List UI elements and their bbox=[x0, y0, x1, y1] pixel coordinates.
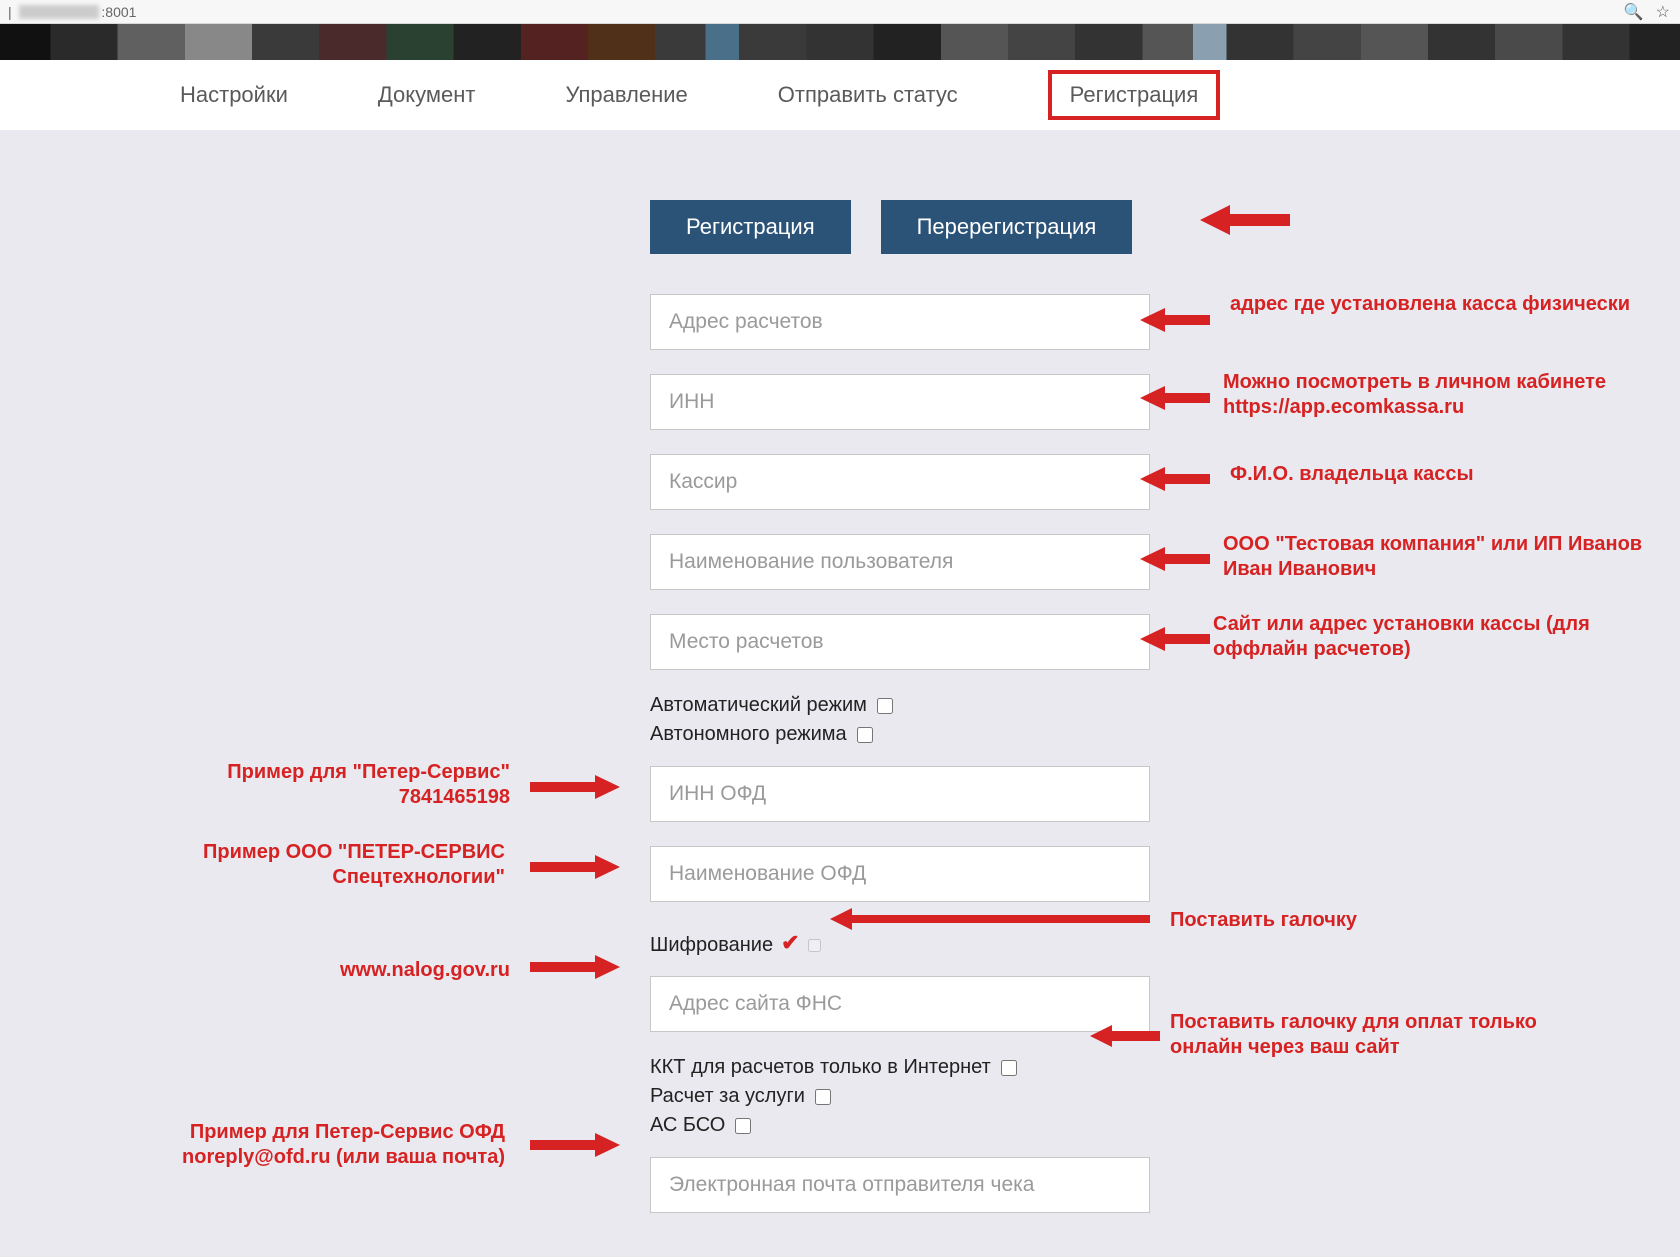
anno-username: ООО "Тестовая компания" или ИП Иванов Ив… bbox=[1223, 532, 1643, 582]
star-icon[interactable]: ☆ bbox=[1656, 2, 1670, 22]
encryption-label: Шифрование bbox=[650, 934, 773, 957]
fns-site-input[interactable] bbox=[650, 976, 1150, 1032]
arrow-encryption bbox=[830, 906, 1150, 937]
email-input[interactable] bbox=[650, 1157, 1150, 1213]
content-area: Регистрация Перерегистрация Автоматическ… bbox=[0, 130, 1680, 1257]
arrow-inn bbox=[1140, 383, 1210, 418]
address-input[interactable] bbox=[650, 294, 1150, 350]
anno-kkt: Поставить галочку для оплат только онлай… bbox=[1170, 1010, 1610, 1060]
reregister-button[interactable]: Перерегистрация bbox=[881, 200, 1133, 254]
arrow-reregister bbox=[1200, 200, 1290, 245]
arrow-fns bbox=[530, 952, 620, 982]
url-port: :8001 bbox=[101, 4, 136, 20]
main-nav: Настройки Документ Управление Отправить … bbox=[0, 60, 1680, 130]
encryption-checkbox[interactable] bbox=[808, 939, 821, 952]
ofd-inn-input[interactable] bbox=[650, 766, 1150, 822]
nav-send-status[interactable]: Отправить статус bbox=[778, 82, 958, 108]
nav-document[interactable]: Документ bbox=[378, 82, 476, 108]
arrow-username bbox=[1140, 544, 1210, 579]
nav-control[interactable]: Управление bbox=[565, 82, 687, 108]
browser-addressbar: | :8001 🔍 ☆ bbox=[0, 0, 1680, 24]
encryption-check-mark: ✔ bbox=[781, 930, 799, 956]
auto-mode-label: Автоматический режим bbox=[650, 694, 867, 717]
services-label: Расчет за услуги bbox=[650, 1085, 805, 1108]
anno-payplace: Сайт или адрес установки кассы (для оффл… bbox=[1213, 612, 1643, 662]
url-blurred-host bbox=[19, 5, 99, 19]
anno-inn: Можно посмотреть в личном кабинете https… bbox=[1223, 370, 1663, 420]
as-bso-checkbox[interactable] bbox=[735, 1118, 751, 1134]
autonomous-checkbox[interactable] bbox=[857, 727, 873, 743]
arrow-ofd-name bbox=[530, 852, 620, 882]
kkt-internet-label: ККТ для расчетов только в Интернет bbox=[650, 1056, 991, 1079]
zoom-icon[interactable]: 🔍 bbox=[1624, 2, 1644, 22]
anno-fns: www.nalog.gov.ru bbox=[280, 958, 510, 983]
anno-cashier: Ф.И.О. владельца кассы bbox=[1230, 462, 1474, 487]
arrow-email bbox=[530, 1130, 620, 1160]
auto-mode-checkbox[interactable] bbox=[877, 698, 893, 714]
registration-form: Автоматический режим Автономного режима … bbox=[650, 294, 1150, 1237]
arrow-payplace bbox=[1140, 624, 1210, 659]
kkt-internet-checkbox[interactable] bbox=[1001, 1060, 1017, 1076]
nav-settings[interactable]: Настройки bbox=[180, 82, 288, 108]
autonomous-label: Автономного режима bbox=[650, 723, 847, 746]
payplace-input[interactable] bbox=[650, 614, 1150, 670]
arrow-kkt bbox=[1090, 1023, 1160, 1054]
color-strip-decor bbox=[0, 24, 1680, 60]
arrow-ofd-inn bbox=[530, 772, 620, 802]
anno-ofd-inn: Пример для "Петер-Сервис" 7841465198 bbox=[130, 760, 510, 810]
services-checkbox[interactable] bbox=[815, 1089, 831, 1105]
arrow-address bbox=[1140, 305, 1210, 340]
anno-address: адрес где установлена касса физически bbox=[1230, 292, 1640, 317]
arrow-cashier bbox=[1140, 464, 1210, 499]
inn-input[interactable] bbox=[650, 374, 1150, 430]
as-bso-label: АС БСО bbox=[650, 1114, 725, 1137]
url-separator: | bbox=[8, 4, 19, 20]
register-button[interactable]: Регистрация bbox=[650, 200, 851, 254]
anno-ofd-name: Пример ООО "ПЕТЕР-СЕРВИС Спецтехнологии" bbox=[25, 840, 505, 890]
anno-email: Пример для Петер-Сервис ОФД noreply@ofd.… bbox=[75, 1120, 505, 1170]
nav-registration[interactable]: Регистрация bbox=[1048, 70, 1221, 120]
anno-encryption: Поставить галочку bbox=[1170, 908, 1357, 933]
cashier-input[interactable] bbox=[650, 454, 1150, 510]
ofd-name-input[interactable] bbox=[650, 846, 1150, 902]
username-input[interactable] bbox=[650, 534, 1150, 590]
